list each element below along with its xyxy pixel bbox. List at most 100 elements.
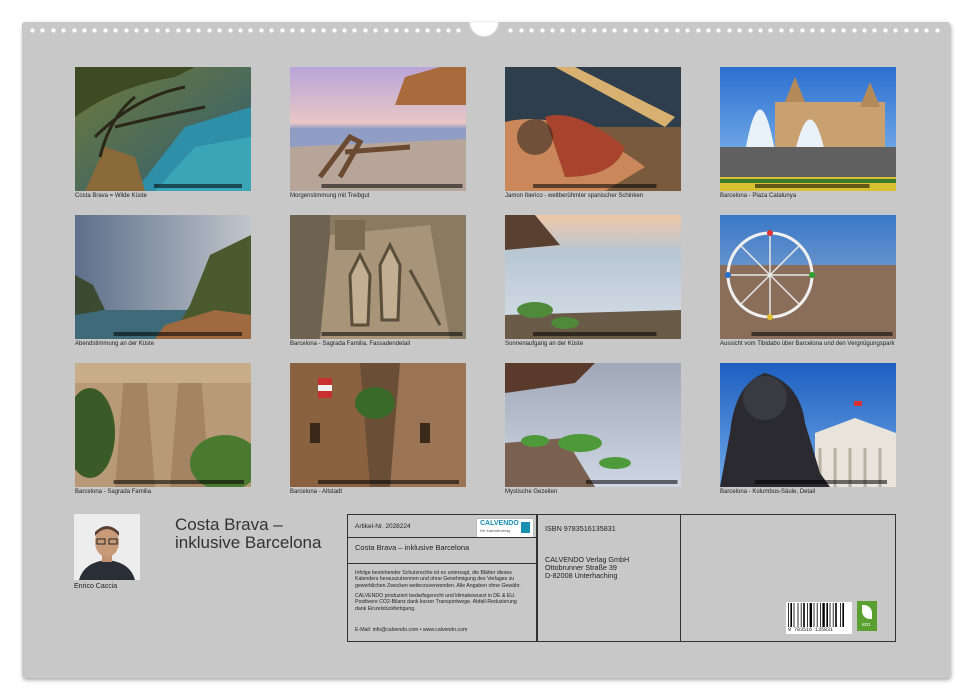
binding-hole xyxy=(612,28,618,33)
photo-kolumbus xyxy=(720,363,896,487)
photo-caption: Mystische Gezeiten xyxy=(505,489,558,495)
photo-caption: Barcelona - Kolumbus-Säule, Detail xyxy=(720,489,816,495)
calendar-subtitle: Costa Brava – inklusive Barcelona xyxy=(355,543,470,552)
binding-hole xyxy=(279,28,285,33)
binding-hole xyxy=(934,28,940,33)
binding-hole xyxy=(248,28,254,33)
barcode-bar xyxy=(813,603,815,627)
barcode-bar xyxy=(803,603,805,627)
binding-hole xyxy=(924,28,930,33)
binding-hole xyxy=(321,28,327,33)
binding-hole xyxy=(61,28,67,33)
binding-hole xyxy=(654,28,659,33)
binding-hole xyxy=(373,28,379,33)
eco-badge: eco xyxy=(857,601,877,631)
binding-hole xyxy=(71,28,77,33)
binding-hole xyxy=(144,28,150,33)
binding-hole xyxy=(914,28,919,33)
barcode-bar xyxy=(793,603,795,627)
binding-hole xyxy=(123,28,129,33)
barcode-bar xyxy=(835,603,837,627)
binding-hole xyxy=(518,28,524,33)
binding-hole xyxy=(238,28,243,33)
barcode-bar xyxy=(800,603,802,627)
binding-hole xyxy=(310,28,316,33)
binding-hole xyxy=(331,28,337,33)
binding-hole xyxy=(841,28,847,33)
contact-info: E-Mail: info@calvendo.com • www.calvendo… xyxy=(355,627,468,633)
binding-hole xyxy=(633,28,639,33)
binding-hole xyxy=(581,28,587,33)
binding-hole xyxy=(862,28,867,33)
barcode-bar xyxy=(826,603,828,627)
binding-hole xyxy=(820,28,826,33)
photo-mystische-gezeiten xyxy=(505,363,681,487)
article-number: Artikel-Nr. 2028224 xyxy=(355,523,411,530)
photo-sagrada-familia xyxy=(75,363,251,487)
photo-caption: Aussicht vom Tibidabo über Barcelona und… xyxy=(720,341,895,347)
binding-hole xyxy=(300,28,306,33)
binding-hole xyxy=(154,28,160,33)
binding-hole xyxy=(134,28,139,33)
binding-hole xyxy=(425,28,431,33)
photo-jamon xyxy=(505,67,681,191)
binding-hole xyxy=(435,28,441,33)
barcode-bar xyxy=(816,603,818,627)
binding-hole xyxy=(674,28,680,33)
climate-notice: CALVENDO produziert bedarfsgerecht und k… xyxy=(355,593,517,612)
binding-hole xyxy=(726,28,732,33)
binding-hole xyxy=(664,28,670,33)
binding-hole xyxy=(394,28,399,33)
article-info-box: Artikel-Nr. 2028224 CALVENDO Der Kalende… xyxy=(347,514,537,642)
photo-caption: Morgenstimmung mit Treibgut xyxy=(290,193,370,199)
binding-hole xyxy=(747,28,753,33)
binding-hole xyxy=(269,28,275,33)
binding-hole xyxy=(882,28,888,33)
binding-hole xyxy=(643,28,649,33)
photo-caption: Barcelona - Plaza Catalunya xyxy=(720,193,797,199)
barcode-bar xyxy=(829,603,831,627)
author-name: Enrico Caccia xyxy=(74,583,118,590)
binding-hole xyxy=(778,28,784,33)
barcode-bar xyxy=(840,603,841,627)
barcode: 9 783516 135831 xyxy=(786,602,852,634)
isbn: ISBN 9783516135831 xyxy=(545,524,616,533)
logo-mark-icon xyxy=(521,522,530,533)
calendar-title: Costa Brava – inklusive Barcelona xyxy=(175,515,322,552)
photo-abendstimmung xyxy=(75,215,251,339)
binding-hole xyxy=(570,28,576,33)
binding-hole xyxy=(685,28,691,33)
binding-hole xyxy=(893,28,899,33)
binding-hole xyxy=(50,28,56,33)
photo-morgenstimmung xyxy=(290,67,466,191)
binding-hole xyxy=(175,28,181,33)
photo-caption: Sonnenaufgang an der Küste xyxy=(505,341,584,347)
binding-hole xyxy=(789,28,795,33)
barcode-bar xyxy=(822,603,825,627)
spiral-binding xyxy=(22,22,950,38)
binding-hole xyxy=(810,28,815,33)
leaf-icon xyxy=(862,605,872,619)
binding-hole xyxy=(227,28,233,33)
binding-hole xyxy=(290,28,295,33)
photo-sagrada-detail xyxy=(290,215,466,339)
binding-hole xyxy=(716,28,722,33)
photo-caption: Barcelona - Sagrada Familia xyxy=(75,489,152,495)
binding-hole xyxy=(768,28,774,33)
binding-hole xyxy=(362,28,368,33)
binding-hole xyxy=(560,28,566,33)
barcode-number: 9 783516 135831 xyxy=(788,627,834,633)
binding-hole xyxy=(602,28,607,33)
binding-hole xyxy=(830,28,836,33)
binding-hole xyxy=(591,28,597,33)
photo-caption: Barcelona - Sagrada Familia, Fassadendet… xyxy=(290,341,411,347)
photo-caption: Barcelona - Altstadt xyxy=(290,489,343,495)
calendar-back-cover: Costa Brava = Wilde Küste Morgenstimmung… xyxy=(22,22,950,678)
photo-sonnenaufgang xyxy=(505,215,681,339)
barcode-bar xyxy=(820,603,821,627)
photo-caption: Costa Brava = Wilde Küste xyxy=(75,193,147,199)
binding-hole xyxy=(30,28,35,33)
binding-hole xyxy=(102,28,108,33)
binding-hole xyxy=(695,28,701,33)
copyright-notice: Infolge bestehender Schutzrechte ist es … xyxy=(355,570,521,589)
